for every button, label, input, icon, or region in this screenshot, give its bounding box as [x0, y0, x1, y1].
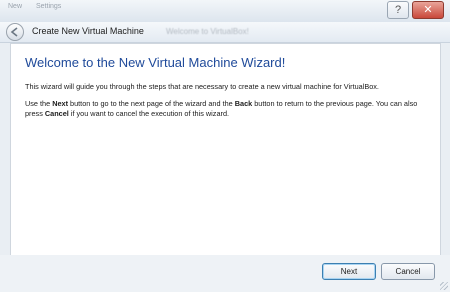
background-toolbar-item-settings: Settings	[36, 3, 62, 10]
wizard-instructions-text: Use the Next button to go to the next pa…	[25, 99, 425, 119]
instructions-back-word: Back	[234, 99, 253, 108]
instructions-part2: button to go to the next page of the wiz…	[68, 99, 235, 108]
instructions-part4: if you want to cancel the execution of t…	[68, 109, 230, 118]
close-button[interactable]: ✕	[412, 1, 444, 19]
wizard-window-title: Create New Virtual Machine	[32, 26, 144, 36]
background-toolbar-item-new: New	[8, 3, 23, 10]
next-button[interactable]: Next	[322, 263, 376, 280]
wizard-intro-text: This wizard will guide you through the s…	[25, 82, 379, 91]
background-window-title: Welcome to VirtualBox!	[166, 27, 249, 36]
instructions-cancel-word: Cancel	[44, 109, 69, 118]
help-button[interactable]: ?	[387, 1, 409, 19]
instructions-next-word: Next	[52, 99, 69, 108]
wizard-heading: Welcome to the New Virtual Machine Wizar…	[25, 55, 286, 70]
back-arrow-icon[interactable]	[6, 23, 24, 41]
wizard-content-panel: Welcome to the New Virtual Machine Wizar…	[10, 43, 441, 256]
wizard-header: Create New Virtual Machine Welcome to Vi…	[0, 22, 450, 43]
cancel-button[interactable]: Cancel	[381, 263, 435, 280]
caption-buttons: ? ✕	[387, 1, 444, 19]
back-arrow-glyph	[10, 27, 18, 37]
window-chrome: New Settings ? ✕	[0, 0, 450, 22]
resize-grip-icon[interactable]	[440, 282, 448, 290]
instructions-part1: Use the	[25, 99, 53, 108]
wizard-footer: Next Cancel	[0, 255, 450, 292]
